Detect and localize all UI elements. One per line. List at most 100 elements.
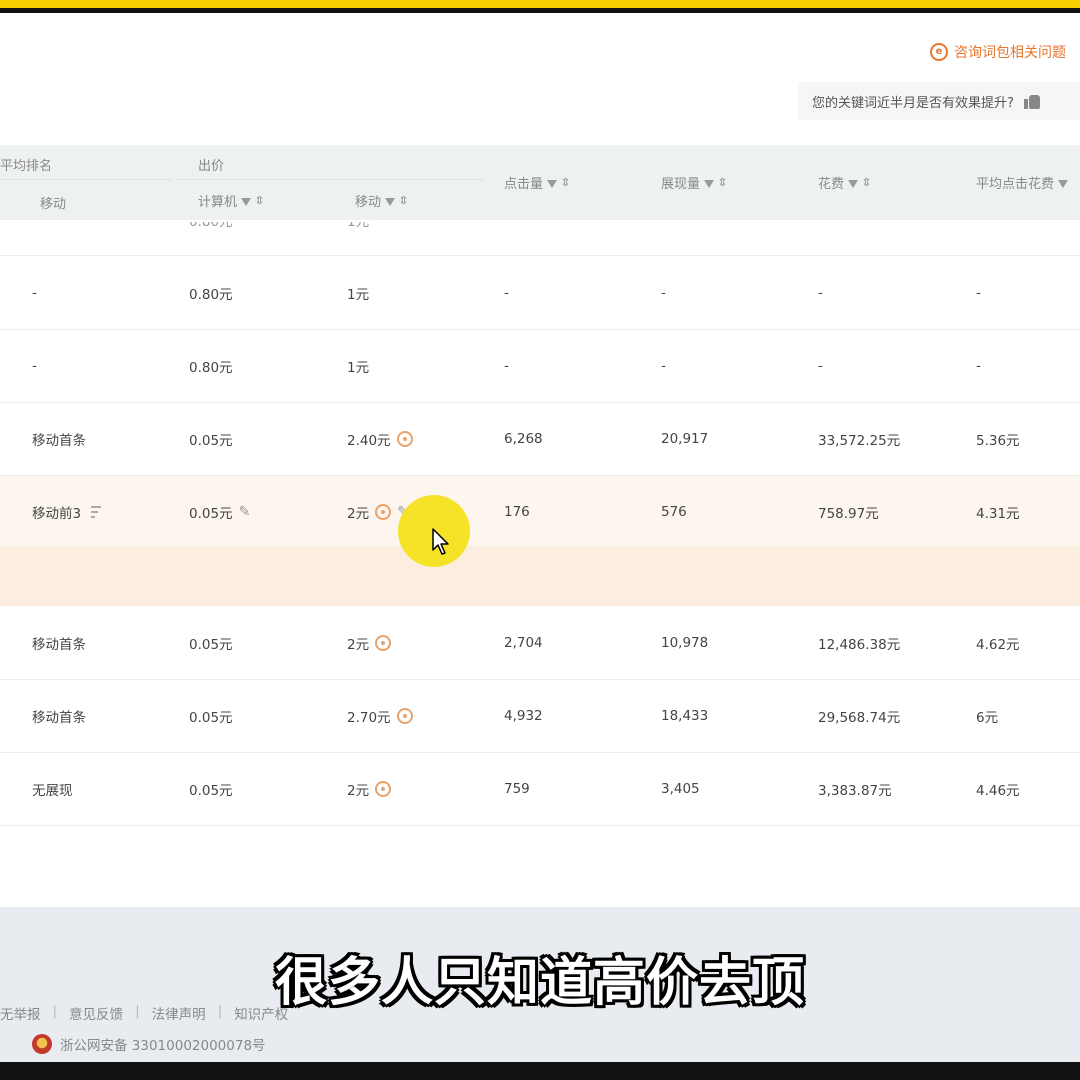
sort-icon[interactable]: ⇕ xyxy=(861,177,873,188)
cell-cost: - xyxy=(818,285,823,301)
cell-bid-pc[interactable]: 0.05元 xyxy=(189,753,233,825)
cell-bid-pc[interactable]: 0.80元 xyxy=(189,330,233,402)
sort-icon[interactable]: ⇕ xyxy=(717,177,729,188)
cell-cpc: - xyxy=(976,358,981,374)
cell-bid-mobile: 1元 xyxy=(347,222,370,230)
header-impressions[interactable]: 展现量 ⇕ xyxy=(661,173,729,192)
cell-bid-pc[interactable]: 0.05元 xyxy=(189,403,233,475)
header-clicks-label: 点击量 xyxy=(504,177,544,192)
cell-cost: 29,568.74元 xyxy=(818,710,901,726)
target-icon[interactable] xyxy=(375,504,392,520)
police-badge-icon xyxy=(32,1034,52,1054)
cell-rank: 移动前3 xyxy=(32,476,102,548)
cell-cpc: - xyxy=(976,222,981,240)
cell-clicks: - xyxy=(504,358,509,374)
cell-cost: 33,572.25元 xyxy=(818,433,901,449)
cell-clicks: 2,704 xyxy=(504,635,543,651)
sort-icon[interactable]: ⇕ xyxy=(254,195,266,206)
cell-cost: 758.97元 xyxy=(818,506,879,522)
table-header: 平均排名 移动 出价 计算机 ⇕ 移动 ⇕ 点击量 ⇕ 展现量 ⇕ 花费 ⇕ 平… xyxy=(0,145,1080,220)
header-bid-pc[interactable]: 计算机 ⇕ xyxy=(198,191,266,210)
cell-rank: 无展现 xyxy=(32,783,73,799)
bid-mobile-value: 2元 xyxy=(347,637,370,653)
header-avg-cpc[interactable]: 平均点击花费 xyxy=(976,173,1069,192)
cell-cost: 3,383.87元 xyxy=(818,783,892,799)
target-icon[interactable] xyxy=(375,781,392,797)
table-row: - 0.80元 1元 - - - - xyxy=(0,330,1080,403)
cell-bid-pc: 0.80元 xyxy=(189,222,233,230)
pencil-icon[interactable]: ✎ xyxy=(239,504,251,520)
cell-clicks: 4,932 xyxy=(504,708,543,724)
filter-icon[interactable] xyxy=(704,179,715,188)
header-clicks[interactable]: 点击量 ⇕ xyxy=(504,173,572,192)
filter-icon[interactable] xyxy=(547,179,558,188)
cell-bid-mobile[interactable]: 1元 xyxy=(347,330,369,402)
cell-clicks: 176 xyxy=(504,504,530,520)
cell-bid-pc[interactable]: 0.80元 xyxy=(189,257,233,329)
cell-rank: - xyxy=(32,222,37,240)
filter-icon[interactable] xyxy=(385,197,396,206)
header-avg-rank-label: 平均排名 xyxy=(0,159,53,174)
cell-clicks: 759 xyxy=(504,781,530,797)
bid-mobile-value: 2.70元 xyxy=(347,710,391,726)
footer-icp[interactable]: 浙公网安备 33010002000078号 xyxy=(32,1034,266,1054)
cell-cpc: 6元 xyxy=(976,710,999,726)
cell-bid-mobile[interactable]: 2.70元 xyxy=(347,680,413,752)
cell-bid-pc[interactable]: 0.05元 ✎ xyxy=(189,476,250,548)
cell-clicks: - xyxy=(504,222,509,240)
table-row: - 0.80元 1元 - - - - xyxy=(0,222,1080,256)
target-icon[interactable] xyxy=(375,635,392,651)
cell-bid-mobile[interactable]: 2元 xyxy=(347,753,392,825)
cell-clicks: 6,268 xyxy=(504,431,543,447)
cell-impressions: 20,917 xyxy=(661,431,709,447)
sort-icon[interactable]: ⇕ xyxy=(560,177,572,188)
table-row: 移动首条 0.05元 2元 2,704 10,978 12,486.38元 4.… xyxy=(0,607,1080,680)
expanded-row-panel xyxy=(0,546,1080,606)
rank-detail-icon[interactable] xyxy=(87,505,102,519)
cell-bid-mobile[interactable]: 2元 xyxy=(347,607,392,679)
table-row: - 0.80元 1元 - - - - xyxy=(0,257,1080,330)
table-row: 移动首条 0.05元 2.40元 6,268 20,917 33,572.25元… xyxy=(0,403,1080,476)
cell-bid-mobile[interactable]: 2.40元 xyxy=(347,403,413,475)
cell-bid-pc[interactable]: 0.05元 xyxy=(189,680,233,752)
video-top-edge xyxy=(0,8,1080,13)
filter-icon[interactable] xyxy=(1058,179,1069,188)
cell-rank: 移动首条 xyxy=(32,433,86,449)
filter-icon[interactable] xyxy=(848,179,859,188)
cell-rank: 移动首条 xyxy=(32,710,86,726)
feedback-bar: 您的关键词近半月是否有效果提升? xyxy=(798,82,1080,120)
header-bid: 出价 xyxy=(198,155,224,174)
consult-icon: e xyxy=(930,43,948,61)
cell-bid-mobile[interactable]: 1元 xyxy=(347,257,369,329)
cell-impressions: - xyxy=(661,285,666,301)
cell-impressions: 576 xyxy=(661,504,687,520)
table-row: 无展现 0.05元 2元 759 3,405 3,383.87元 4.46元 xyxy=(0,753,1080,826)
cell-cpc: 5.36元 xyxy=(976,433,1020,449)
header-bid-mobile[interactable]: 移动 ⇕ xyxy=(355,191,410,210)
video-subtitle: 很多人只知道高价去顶 xyxy=(274,953,805,1013)
cell-rank: - xyxy=(32,285,37,301)
header-avg-rank-mobile: 移动 xyxy=(40,193,66,212)
header-bid-mobile-label: 移动 xyxy=(355,195,382,210)
video-top-border xyxy=(0,0,1080,8)
header-cost[interactable]: 花费 ⇕ xyxy=(818,173,873,192)
sort-icon[interactable]: ⇕ xyxy=(398,195,410,206)
header-bid-label: 出价 xyxy=(198,159,225,174)
cell-impressions: - xyxy=(661,358,666,374)
header-divider xyxy=(178,179,484,180)
cell-cost: 12,486.38元 xyxy=(818,637,901,653)
header-avg-rank: 平均排名 xyxy=(0,155,52,174)
consult-label: 咨询词包相关问题 xyxy=(954,45,1066,61)
header-avg-rank-mobile-label: 移动 xyxy=(40,197,67,212)
target-icon[interactable] xyxy=(396,431,413,447)
bid-mobile-value: 2元 xyxy=(347,506,370,522)
target-icon[interactable] xyxy=(396,708,413,724)
filter-icon[interactable] xyxy=(241,197,252,206)
table-row-hovered: 移动前3 0.05元 ✎ 2元 ✎ 176 576 758.97元 4.31元 xyxy=(0,476,1080,549)
bid-mobile-value: 2.40元 xyxy=(347,433,391,449)
header-impressions-label: 展现量 xyxy=(661,177,701,192)
cell-clicks: - xyxy=(504,285,509,301)
thumbs-up-icon[interactable] xyxy=(1023,93,1042,109)
cell-bid-pc[interactable]: 0.05元 xyxy=(189,607,233,679)
consult-link[interactable]: e 咨询词包相关问题 xyxy=(930,42,1066,62)
